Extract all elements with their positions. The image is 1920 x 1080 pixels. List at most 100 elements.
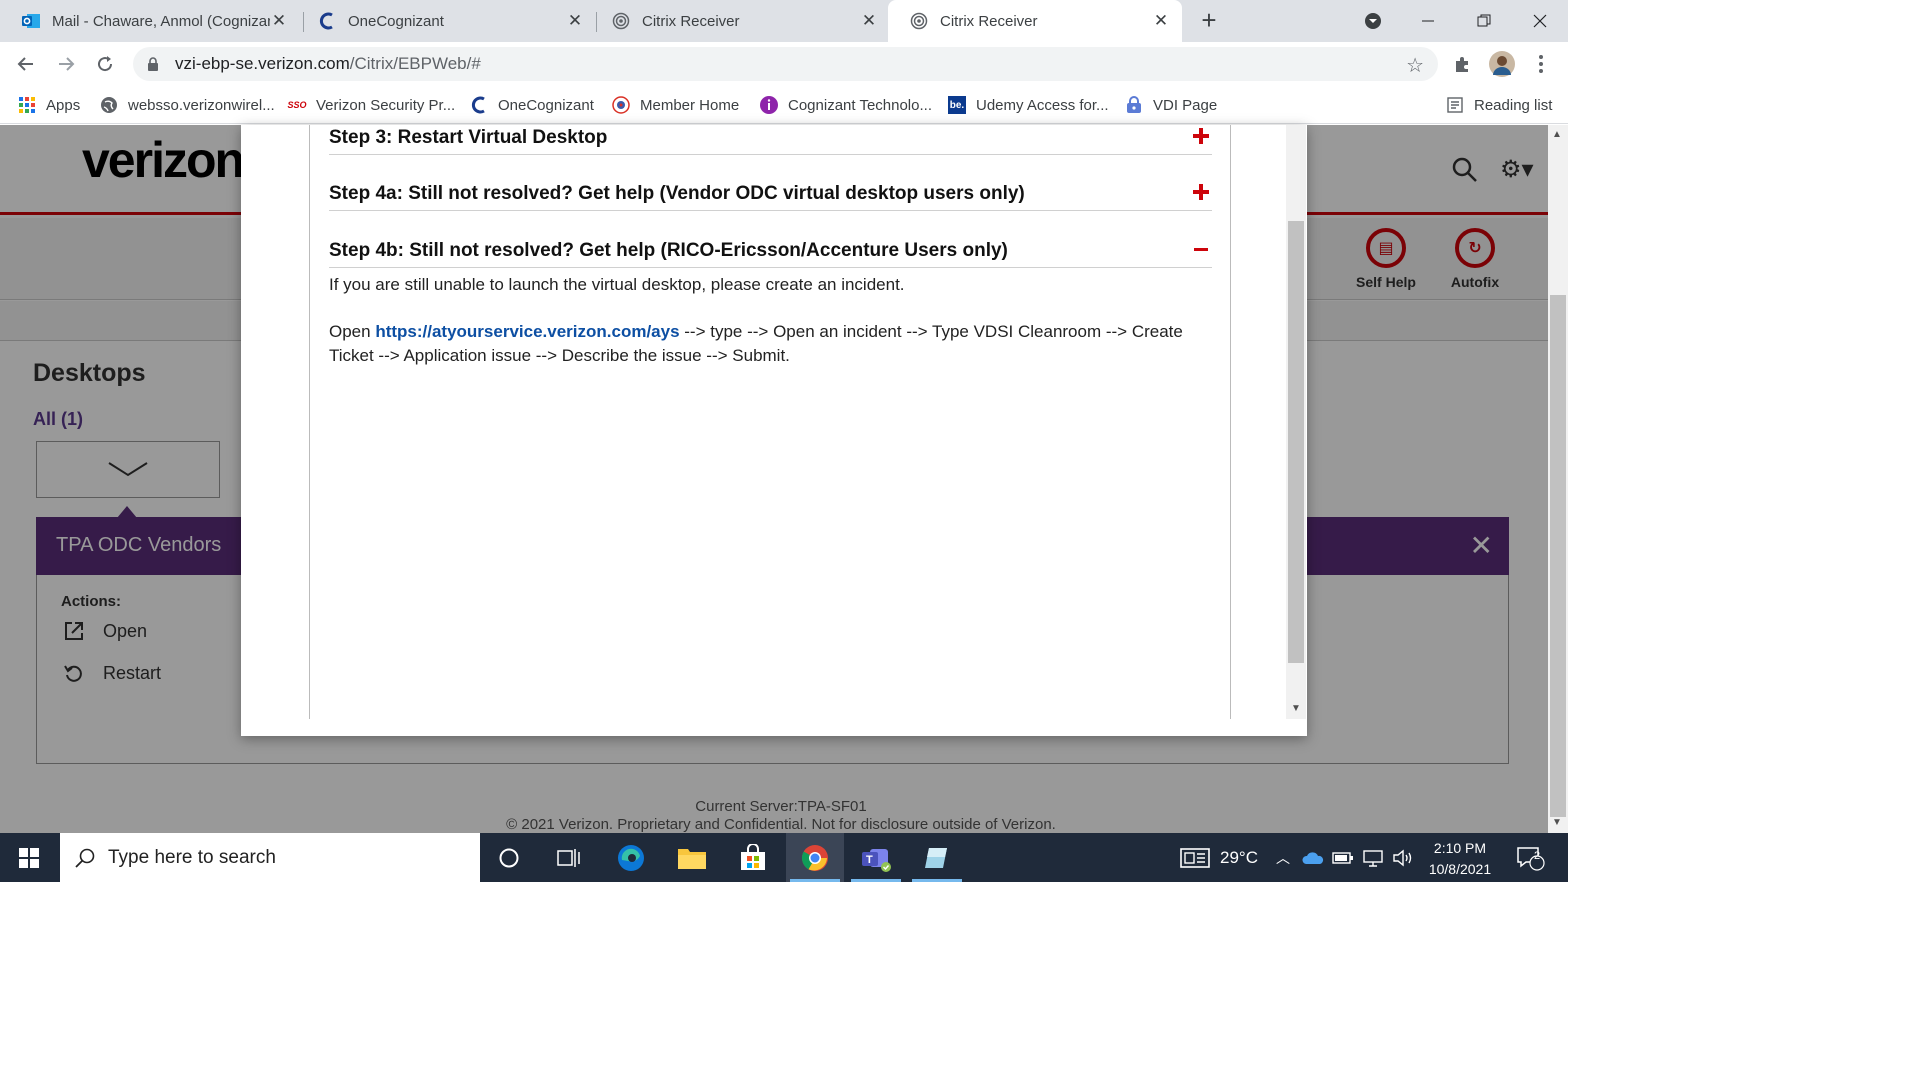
modal-scrollbar-thumb[interactable] [1288, 221, 1304, 663]
close-icon[interactable]: ✕ [1470, 529, 1493, 562]
task-view-button[interactable] [540, 833, 598, 882]
bookmark-verizon-security[interactable]: SSO Verizon Security Pr... [288, 94, 456, 116]
copyright: © 2021 Verizon. Proprietary and Confiden… [506, 816, 1056, 833]
bookmark-member-home[interactable]: Member Home [612, 94, 739, 116]
onedrive-icon[interactable] [1302, 851, 1324, 865]
close-icon[interactable]: ✕ [566, 12, 584, 30]
self-help-button[interactable]: ▤ Self Help [1351, 228, 1421, 290]
reload-icon [98, 56, 113, 72]
volume-icon[interactable] [1392, 849, 1414, 867]
tab-onecognizant[interactable]: OneCognizant ✕ [296, 0, 596, 42]
bookmark-onecognizant[interactable]: OneCognizant [470, 94, 594, 116]
plus-icon[interactable] [1192, 127, 1210, 145]
lock-icon [147, 56, 161, 72]
step-4b-header[interactable]: Step 4b: Still not resolved? Get help (R… [329, 238, 1212, 268]
url-text: vzi-ebp-se.verizon.com/Citrix/EBPWeb/# [175, 54, 481, 74]
chevron-up-icon[interactable]: ︿ [1276, 848, 1290, 868]
citrix-workspace-button[interactable] [908, 833, 966, 882]
chevron-down-icon [108, 462, 148, 477]
scrollbar-thumb[interactable] [1550, 295, 1566, 817]
autofix-button[interactable]: ↻ Autofix [1440, 228, 1510, 290]
restore-button[interactable] [1456, 0, 1512, 42]
browser-menu-button[interactable] [1527, 50, 1555, 78]
bookmarks-bar: Apps websso.verizonwirel... SSO Verizon … [0, 86, 1568, 124]
cognizant-info-icon [760, 96, 778, 114]
battery-icon[interactable] [1332, 850, 1354, 866]
search-icon[interactable] [1450, 155, 1478, 183]
tab-search-button[interactable] [1345, 0, 1401, 42]
bookmark-cognizant-technolo[interactable]: Cognizant Technolo... [760, 94, 932, 116]
file-explorer-button[interactable] [663, 833, 721, 882]
scroll-down-icon[interactable]: ▼ [1291, 703, 1301, 714]
step-title: Step 4b: Still not resolved? Get help (R… [329, 240, 1008, 261]
scroll-down-icon[interactable]: ▼ [1552, 817, 1562, 828]
restart-action[interactable]: Restart [63, 661, 161, 685]
minus-icon[interactable] [1192, 240, 1210, 258]
taskbar-search-box[interactable]: Type here to search [60, 833, 480, 882]
tab-mail[interactable]: Mail - Chaware, Anmol (Cognizant ✕ [0, 0, 300, 42]
bookmark-websso[interactable]: websso.verizonwirel... [100, 94, 275, 116]
close-icon[interactable]: ✕ [270, 12, 288, 30]
minimize-button[interactable] [1400, 0, 1456, 42]
clock-date: 10/8/2021 [1428, 861, 1492, 877]
gear-icon[interactable]: ⚙▾ [1500, 155, 1534, 184]
clock-time: 2:10 PM [1433, 840, 1487, 856]
action-label: Open [103, 620, 148, 641]
puzzle-icon [1456, 57, 1468, 72]
citrix-icon [612, 12, 630, 30]
weather-widget[interactable]: 29°C [1180, 833, 1258, 882]
open-action[interactable]: Open [63, 619, 147, 643]
help-modal: Step 3: Restart Virtual Desktop Step 4a:… [241, 125, 1307, 736]
address-bar[interactable]: vzi-ebp-se.verizon.com/Citrix/EBPWeb/# ☆ [133, 47, 1438, 81]
cortana-button[interactable] [480, 833, 538, 882]
bookmark-vdi-page[interactable]: VDI Page [1125, 94, 1217, 116]
close-icon[interactable]: ✕ [1152, 12, 1170, 30]
action-center-button[interactable]: 2 [1516, 833, 1546, 882]
plus-icon[interactable] [1192, 183, 1210, 201]
tab-title: Citrix Receiver [642, 12, 740, 30]
task-view-icon [557, 848, 580, 867]
new-tab-button[interactable]: + [1196, 7, 1222, 34]
reading-list-button[interactable]: Reading list [1446, 94, 1552, 116]
modal-scrollbar[interactable]: ▼ [1286, 125, 1306, 719]
clock[interactable]: 2:10 PM 10/8/2021 [1418, 838, 1502, 880]
profile-avatar[interactable] [1488, 50, 1516, 78]
more-vert-icon [1539, 55, 1543, 73]
bookmark-label: Verizon Security Pr... [316, 96, 456, 114]
start-button[interactable] [0, 833, 58, 882]
close-icon[interactable]: ✕ [860, 12, 878, 30]
step-3-header[interactable]: Step 3: Restart Virtual Desktop [329, 125, 1212, 155]
page-scrollbar[interactable]: ▲ ▼ [1548, 125, 1568, 833]
ays-link[interactable]: https://atyourservice.verizon.com/ays [375, 322, 679, 341]
notification-count: 2 [1533, 850, 1541, 862]
step-4a-header[interactable]: Step 4a: Still not resolved? Get help (V… [329, 181, 1212, 211]
extensions-button[interactable] [1449, 50, 1477, 78]
chrome-button[interactable] [786, 833, 844, 882]
scroll-up-icon[interactable]: ▲ [1552, 129, 1562, 140]
teams-button[interactable]: T [847, 833, 905, 882]
onecognizant-icon [318, 12, 336, 30]
back-button[interactable] [12, 50, 40, 78]
tab-citrix-receiver-1[interactable]: Citrix Receiver ✕ [590, 0, 890, 42]
store-button[interactable] [724, 833, 782, 882]
bookmark-star-icon[interactable]: ☆ [1406, 53, 1424, 78]
reading-list-label: Reading list [1474, 96, 1553, 114]
edge-button[interactable] [602, 833, 660, 882]
bookmark-label: Member Home [640, 96, 740, 114]
network-icon[interactable] [1362, 849, 1384, 867]
tab-title: OneCognizant [348, 12, 444, 30]
reload-button[interactable] [91, 50, 119, 78]
bookmark-label: VDI Page [1153, 96, 1218, 114]
step-4b-paragraph-2: Open https://atyourservice.verizon.com/a… [329, 320, 1209, 368]
bookmark-udemy[interactable]: be. Udemy Access for... [948, 94, 1109, 116]
filter-all[interactable]: All (1) [33, 409, 83, 430]
close-window-button[interactable] [1512, 0, 1568, 42]
temperature: 29°C [1220, 847, 1258, 867]
desktop-tile[interactable] [36, 441, 220, 498]
globe-icon [100, 96, 118, 114]
bookmark-apps[interactable]: Apps [18, 94, 80, 116]
forward-button[interactable] [52, 50, 80, 78]
tab-citrix-receiver-active[interactable]: Citrix Receiver ✕ [888, 0, 1182, 42]
current-server: Current Server:TPA-SF01 [695, 798, 867, 815]
store-icon [741, 843, 765, 870]
